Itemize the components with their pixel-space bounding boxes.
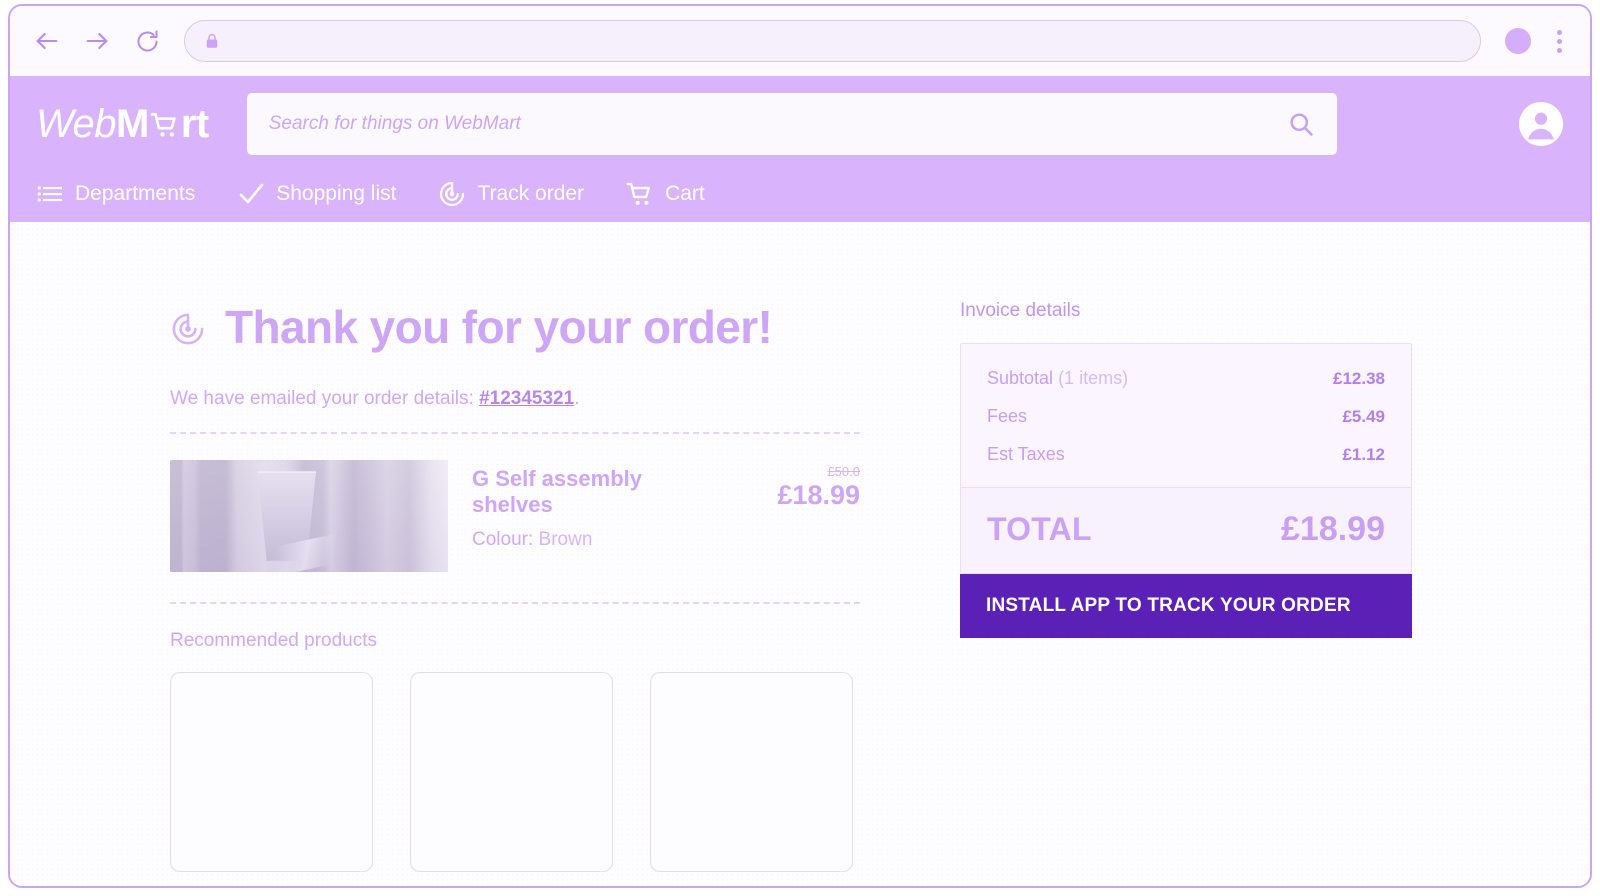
account-circle-icon bbox=[1518, 101, 1564, 147]
lock-icon bbox=[206, 33, 218, 48]
back-button[interactable] bbox=[32, 26, 62, 56]
header-top-row: Web M rt Search for things on WebMart bbox=[36, 76, 1564, 172]
order-number-link[interactable]: #12345321 bbox=[479, 388, 574, 409]
product-price-original: £50.0 bbox=[827, 464, 860, 479]
account-button[interactable] bbox=[1518, 101, 1564, 147]
menu-list-icon bbox=[36, 180, 64, 208]
product-title[interactable]: G Self assembly shelves bbox=[472, 466, 716, 518]
nav-label: Departments bbox=[75, 182, 196, 205]
nav-item-track-order[interactable]: Track order bbox=[438, 180, 584, 208]
install-app-button[interactable]: INSTALL APP TO TRACK YOUR ORDER bbox=[960, 574, 1412, 638]
logo-text-rt: rt bbox=[180, 101, 209, 146]
browser-menu-button[interactable] bbox=[1551, 27, 1568, 56]
invoice-line-est-taxes: Est Taxes £1.12 bbox=[987, 444, 1385, 465]
forward-button[interactable] bbox=[82, 26, 112, 56]
recommended-products-title: Recommended products bbox=[170, 630, 377, 651]
divider-bottom bbox=[170, 602, 860, 604]
chrome-right-controls bbox=[1505, 27, 1568, 56]
product-colour: Colour: Brown bbox=[472, 529, 716, 551]
recommended-products-list bbox=[170, 672, 860, 872]
nav-item-cart[interactable]: Cart bbox=[626, 180, 705, 208]
recommended-product-card[interactable] bbox=[170, 672, 373, 872]
invoice-line-label-text: Fees bbox=[987, 406, 1028, 426]
arrow-right-icon bbox=[86, 32, 108, 50]
shopping-cart-icon bbox=[150, 105, 180, 136]
product-price-current: £18.99 bbox=[777, 480, 860, 510]
invoice-line-subtotal: Subtotal (1 items) £12.38 bbox=[987, 368, 1385, 389]
invoice-line-value: £5.49 bbox=[1342, 407, 1385, 426]
browser-profile-button[interactable] bbox=[1505, 28, 1531, 54]
kebab-dot bbox=[1557, 47, 1562, 53]
page-title: Thank you for your order! bbox=[225, 301, 773, 353]
search-icon[interactable] bbox=[1287, 110, 1315, 138]
content-grid: Thank you for your order! We have emaile… bbox=[10, 300, 1590, 872]
invoice-line-sublabel: (1 items) bbox=[1053, 368, 1129, 388]
product-image[interactable] bbox=[170, 460, 448, 572]
invoice-line-label-text: Est Taxes bbox=[987, 444, 1065, 464]
browser-window: Web M rt Search for things on WebMart De… bbox=[8, 4, 1592, 888]
nav-label: Cart bbox=[665, 182, 705, 205]
invoice-line-label: Est Taxes bbox=[987, 444, 1065, 465]
invoice-card: Subtotal (1 items) £12.38 Fees £5.49 Est… bbox=[960, 343, 1412, 574]
logo-text-web: Web bbox=[36, 101, 117, 146]
order-email-suffix: . bbox=[574, 388, 580, 409]
product-image-tint bbox=[170, 460, 448, 572]
radar-target-icon bbox=[170, 311, 206, 347]
invoice-total-value: £18.99 bbox=[1281, 510, 1385, 548]
logo-text-m: M bbox=[116, 101, 149, 146]
invoice-line-label: Fees bbox=[987, 406, 1027, 427]
header-nav: Departments Shopping list Track order Ca… bbox=[36, 172, 1564, 222]
nav-label: Shopping list bbox=[276, 182, 397, 205]
order-product-row: G Self assembly shelves Colour: Brown £5… bbox=[170, 434, 860, 602]
search-bar[interactable]: Search for things on WebMart bbox=[246, 93, 1337, 155]
radar-target-icon bbox=[438, 180, 466, 208]
browser-nav-buttons bbox=[32, 26, 162, 56]
search-input[interactable]: Search for things on WebMart bbox=[269, 113, 1287, 135]
recommended-product-card[interactable] bbox=[410, 672, 613, 872]
shopping-cart-icon bbox=[626, 180, 654, 208]
invoice-line-value: £1.12 bbox=[1342, 445, 1385, 464]
invoice-lines: Subtotal (1 items) £12.38 Fees £5.49 Est… bbox=[961, 344, 1411, 487]
invoice-details-title: Invoice details bbox=[960, 300, 1081, 321]
reload-icon bbox=[137, 29, 158, 51]
invoice-line-fees: Fees £5.49 bbox=[987, 406, 1385, 427]
product-colour-value: Brown bbox=[538, 529, 593, 550]
address-bar[interactable] bbox=[184, 20, 1481, 62]
invoice-line-label: Subtotal (1 items) bbox=[987, 368, 1128, 389]
recommended-product-card[interactable] bbox=[650, 672, 853, 872]
kebab-dot bbox=[1557, 38, 1562, 44]
thank-you-heading: Thank you for your order! bbox=[170, 300, 860, 354]
invoice-line-value: £12.38 bbox=[1333, 369, 1385, 388]
order-email-notice: We have emailed your order details: #123… bbox=[170, 388, 860, 410]
nav-item-departments[interactable]: Departments bbox=[36, 180, 195, 208]
browser-chrome bbox=[10, 6, 1590, 76]
invoice-total-row: TOTAL £18.99 bbox=[961, 487, 1411, 573]
invoice-line-label-text: Subtotal bbox=[987, 368, 1054, 388]
kebab-dot bbox=[1557, 29, 1562, 35]
nav-item-shopping-list[interactable]: Shopping list bbox=[237, 180, 396, 208]
product-price-block: £50.0 £18.99 bbox=[740, 460, 860, 511]
page-content: Thank you for your order! We have emaile… bbox=[10, 222, 1590, 872]
invoice-column: Invoice details Subtotal (1 items) £12.3… bbox=[860, 300, 1420, 872]
check-icon bbox=[237, 180, 265, 208]
site-header: Web M rt Search for things on WebMart De… bbox=[10, 76, 1590, 222]
page-body: Thank you for your order! We have emaile… bbox=[10, 222, 1590, 886]
product-colour-label: Colour: bbox=[472, 529, 534, 550]
site-logo[interactable]: Web M rt bbox=[36, 102, 209, 147]
product-info: G Self assembly shelves Colour: Brown bbox=[472, 460, 716, 551]
order-summary-column: Thank you for your order! We have emaile… bbox=[170, 300, 860, 872]
arrow-left-icon bbox=[36, 32, 58, 50]
invoice-total-label: TOTAL bbox=[987, 511, 1092, 547]
nav-label: Track order bbox=[477, 182, 585, 205]
reload-button[interactable] bbox=[132, 26, 162, 56]
order-email-prefix: We have emailed your order details: bbox=[170, 388, 480, 409]
